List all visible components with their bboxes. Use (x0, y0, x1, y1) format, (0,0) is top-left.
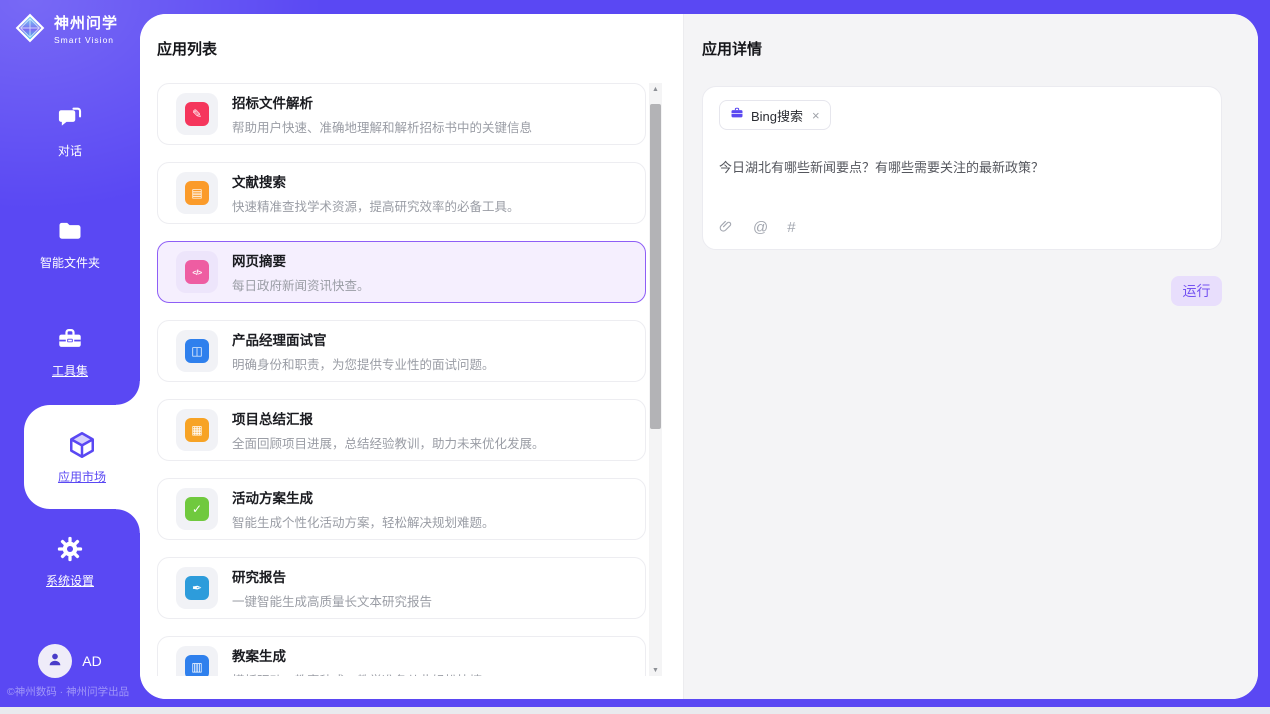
folder-icon (55, 216, 85, 246)
composer-card: Bing搜索 × 今日湖北有哪些新闻要点？有哪些需要关注的最新政策？ @ # (702, 86, 1222, 250)
mention-icon[interactable]: @ (753, 220, 768, 235)
sidebar-item-label: 系统设置 (46, 572, 94, 589)
person-icon (45, 649, 65, 674)
sidebar: 神州问学 Smart Vision 对话 智能文件夹 工具集 应用市场 系统设置… (0, 0, 140, 707)
app-card-desc: 模板驱动，教案秒成，教学准备从此轻松快捷 (232, 670, 482, 676)
avatar (38, 644, 72, 678)
app-card[interactable]: ✎ 招标文件解析 帮助用户快速、准确地理解和解析招标书中的关键信息 (157, 83, 646, 145)
app-card-desc: 明确身份和职责，为您提供专业性的面试问题。 (232, 354, 495, 373)
query-input[interactable]: 今日湖北有哪些新闻要点？有哪些需要关注的最新政策？ (719, 157, 1205, 176)
run-button[interactable]: 运行 (1171, 276, 1222, 306)
calendar-report-icon: ▦ (176, 409, 218, 451)
cube-icon (67, 430, 97, 460)
app-card-desc: 智能生成个性化活动方案，轻松解决规划难题。 (232, 512, 495, 531)
sidebar-item-toolbox[interactable]: 工具集 (0, 324, 140, 379)
composer-toolbar: @ # (719, 219, 1205, 235)
app-card-desc: 全面回顾项目进展，总结经验教训，助力未来优化发展。 (232, 433, 545, 452)
interviewer-icon: ◫ (176, 330, 218, 372)
app-card[interactable]: ✓ 活动方案生成 智能生成个性化活动方案，轻松解决规划难题。 (157, 478, 646, 540)
app-card-title: 招标文件解析 (232, 92, 532, 112)
tool-tag-label: Bing搜索 (751, 106, 803, 125)
scroll-up-arrow-icon[interactable]: ▲ (649, 83, 662, 95)
app-card-title: 研究报告 (232, 566, 432, 586)
tool-tag-bing-search[interactable]: Bing搜索 × (719, 100, 831, 130)
app-card-title: 产品经理面试官 (232, 329, 495, 349)
app-card[interactable]: ▥ 教案生成 模板驱动，教案秒成，教学准备从此轻松快捷 (157, 636, 646, 676)
sidebar-item-chat[interactable]: 对话 (0, 104, 140, 159)
sidebar-item-cube[interactable]: 应用市场 (24, 405, 140, 509)
app-card-title: 网页摘要 (232, 250, 370, 270)
app-card-title: 项目总结汇报 (232, 408, 545, 428)
books-icon: ▥ (176, 646, 218, 676)
briefcase-icon (730, 106, 744, 125)
app-card[interactable]: </> 网页摘要 每日政府新闻资讯快查。 (157, 241, 646, 303)
app-list: ✎ 招标文件解析 帮助用户快速、准确地理解和解析招标书中的关键信息 ▤ 文献搜索… (157, 83, 646, 676)
document-edit-icon: ✎ (176, 93, 218, 135)
app-detail-title: 应用详情 (702, 38, 1222, 59)
app-list-scrollbar[interactable]: ▲ ▼ (649, 83, 662, 676)
sidebar-item-label: 对话 (58, 142, 82, 159)
sidebar-item-label: 应用市场 (58, 468, 106, 485)
attachment-icon[interactable] (719, 219, 734, 235)
gear-icon (55, 534, 85, 564)
app-detail-panel: 应用详情 Bing搜索 × 今日湖北有哪些新闻要点？有哪些需要关注的最新政策？ (683, 14, 1258, 699)
app-card-desc: 帮助用户快速、准确地理解和解析招标书中的关键信息 (232, 117, 532, 136)
book-icon: ▤ (176, 172, 218, 214)
chat-icon (55, 104, 85, 134)
report-pen-icon: ✒ (176, 567, 218, 609)
sidebar-item-label: 工具集 (52, 362, 88, 379)
sidebar-item-label: 智能文件夹 (40, 254, 100, 271)
toolbox-icon (55, 324, 85, 354)
scroll-down-arrow-icon[interactable]: ▼ (649, 664, 662, 676)
app-list-title: 应用列表 (157, 38, 217, 59)
sidebar-item-gear[interactable]: 系统设置 (0, 534, 140, 589)
webpage-code-icon: </> (176, 251, 218, 293)
content-area: 应用列表 ✎ 招标文件解析 帮助用户快速、准确地理解和解析招标书中的关键信息 ▤… (140, 14, 1258, 699)
app-card[interactable]: ✒ 研究报告 一键智能生成高质量长文本研究报告 (157, 557, 646, 619)
user-account[interactable]: AD (0, 644, 140, 678)
hash-icon[interactable]: # (787, 220, 795, 235)
clipboard-check-icon: ✓ (176, 488, 218, 530)
app-card-desc: 快速精准查找学术资源，提高研究效率的必备工具。 (232, 196, 520, 215)
app-card[interactable]: ▦ 项目总结汇报 全面回顾项目进展，总结经验教训，助力未来优化发展。 (157, 399, 646, 461)
app-card-title: 活动方案生成 (232, 487, 495, 507)
user-label: AD (82, 653, 101, 669)
close-icon[interactable]: × (812, 109, 820, 122)
app-card-desc: 一键智能生成高质量长文本研究报告 (232, 591, 432, 610)
sidebar-item-folder[interactable]: 智能文件夹 (0, 216, 140, 271)
copyright-footer: ©神州数码 · 神州问学出品 (7, 684, 129, 699)
app-card[interactable]: ◫ 产品经理面试官 明确身份和职责，为您提供专业性的面试问题。 (157, 320, 646, 382)
app-card-title: 教案生成 (232, 645, 482, 665)
app-card-desc: 每日政府新闻资讯快查。 (232, 275, 370, 294)
sidebar-nav: 对话 智能文件夹 工具集 应用市场 系统设置 (0, 0, 140, 707)
app-card-title: 文献搜索 (232, 171, 520, 191)
scrollbar-thumb[interactable] (650, 104, 661, 429)
app-card[interactable]: ▤ 文献搜索 快速精准查找学术资源，提高研究效率的必备工具。 (157, 162, 646, 224)
app-list-panel: 应用列表 ✎ 招标文件解析 帮助用户快速、准确地理解和解析招标书中的关键信息 ▤… (140, 14, 683, 699)
